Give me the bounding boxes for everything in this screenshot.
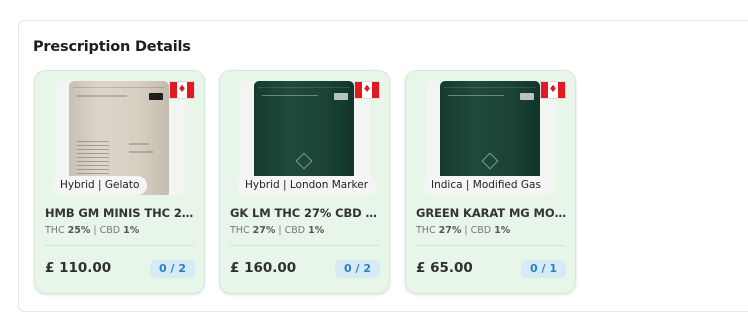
panel-title: Prescription Details (33, 39, 191, 55)
canada-flag-icon: ♦ (169, 81, 195, 99)
product-name[interactable]: HMB GM MINIS THC 25% ... (45, 206, 201, 220)
product-card[interactable]: ♦ Indica | Modified Gas GREEN KARAT MG M… (405, 70, 576, 294)
quantity-badge: 0 / 1 (521, 260, 566, 278)
product-card[interactable]: ♦ Hybrid | London Marker GK LM THC 27% C… (219, 70, 390, 294)
quantity-badge: 0 / 2 (335, 260, 380, 278)
divider (416, 245, 565, 246)
strain-badge: Hybrid | London Marker (237, 176, 377, 195)
strain-badge: Indica | Modified Gas (423, 176, 549, 195)
product-price: £ 160.00 (230, 260, 297, 276)
cannabinoid-info: THC 25% | CBD 1% (45, 225, 140, 236)
product-price: £ 65.00 (416, 260, 473, 276)
cannabinoid-info: THC 27% | CBD 1% (230, 225, 325, 236)
canada-flag-icon: ♦ (540, 81, 566, 99)
canada-flag-icon: ♦ (354, 81, 380, 99)
divider (230, 245, 379, 246)
cannabinoid-info: THC 27% | CBD 1% (416, 225, 511, 236)
quantity-badge: 0 / 2 (150, 260, 195, 278)
product-price: £ 110.00 (45, 260, 112, 276)
strain-badge: Hybrid | Gelato (52, 176, 148, 195)
divider (45, 245, 194, 246)
prescription-panel: Prescription Details ♦ Hybrid | Gelato H… (18, 20, 748, 312)
product-name[interactable]: GK LM THC 27% CBD <1%... (230, 206, 386, 220)
product-card[interactable]: ♦ Hybrid | Gelato HMB GM MINIS THC 25% .… (34, 70, 205, 294)
product-name[interactable]: GREEN KARAT MG MOD... (416, 206, 572, 220)
